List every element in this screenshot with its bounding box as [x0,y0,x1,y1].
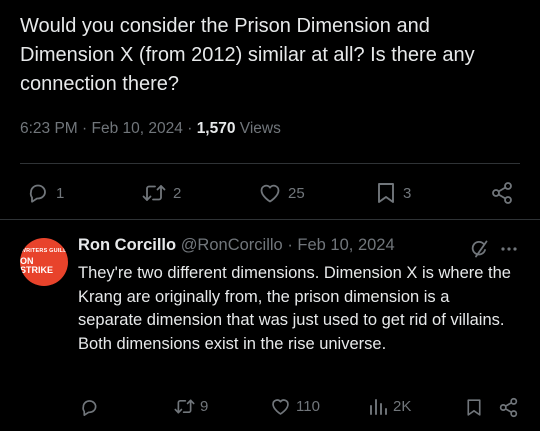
reply-share-button[interactable] [497,396,519,418]
like-icon [272,399,289,415]
reply-views-count: 2K [393,398,412,415]
reply-like-count: 110 [296,398,320,415]
grok-button[interactable] [468,238,490,260]
reply-icon [81,399,96,416]
avatar[interactable]: WRITERS GUILD ON STRIKE [20,238,68,286]
reply-header: Ron Corcillo @RonCorcillo · Feb 10, 2024 [78,236,395,255]
bookmark-icon [467,398,481,416]
share-button[interactable] [490,181,514,205]
views-icon [370,399,387,415]
repost-icon [174,399,195,414]
divider [20,163,520,164]
views-label: Views [239,120,281,137]
reply-icon [29,184,46,203]
meta-separator: · [82,120,88,137]
reply-text: They're two different dimensions. Dimens… [78,264,511,353]
reply-count: 1 [56,184,65,202]
like-button[interactable]: 25 [258,181,305,205]
author-handle[interactable]: @RonCorcillo [181,236,283,254]
bookmark-icon [378,183,394,203]
share-icon [499,397,517,417]
reply-reply-button[interactable] [78,396,100,418]
tweet-meta: 6:23 PM · Feb 10, 2024 · 1,570 Views [20,120,281,138]
grok-icon [471,240,488,258]
avatar-text-top: WRITERS GUILD [20,248,68,255]
avatar-text-bottom: ON STRIKE [20,255,54,275]
share-icon [492,182,512,204]
tweet-date[interactable]: Feb 10, 2024 [92,120,183,137]
views-count: 1,570 [196,120,236,137]
meta-separator: · [187,120,193,137]
header-separator: · [287,236,293,254]
divider [0,219,540,220]
more-options-button[interactable] [498,238,520,260]
bookmark-count: 3 [403,184,412,202]
reply-views-button[interactable]: 2K [368,396,411,417]
bookmark-button[interactable]: 3 [375,181,411,205]
reply-date[interactable]: Feb 10, 2024 [297,236,394,254]
repost-button[interactable]: 2 [141,181,181,205]
reply-button[interactable]: 1 [26,181,64,205]
more-icon [501,247,517,251]
repost-icon [142,185,166,201]
reply-repost-button[interactable]: 9 [173,396,208,417]
reply-repost-count: 9 [200,398,209,415]
tweet-text: Would you consider the Prison Dimension … [20,15,475,95]
tweet-time[interactable]: 6:23 PM [20,120,78,137]
author-name[interactable]: Ron Corcillo [78,236,176,254]
reply-like-button[interactable]: 110 [270,396,320,417]
reply-bookmark-button[interactable] [463,396,485,418]
like-count: 25 [288,184,305,202]
like-icon [260,184,280,203]
repost-count: 2 [173,184,182,202]
